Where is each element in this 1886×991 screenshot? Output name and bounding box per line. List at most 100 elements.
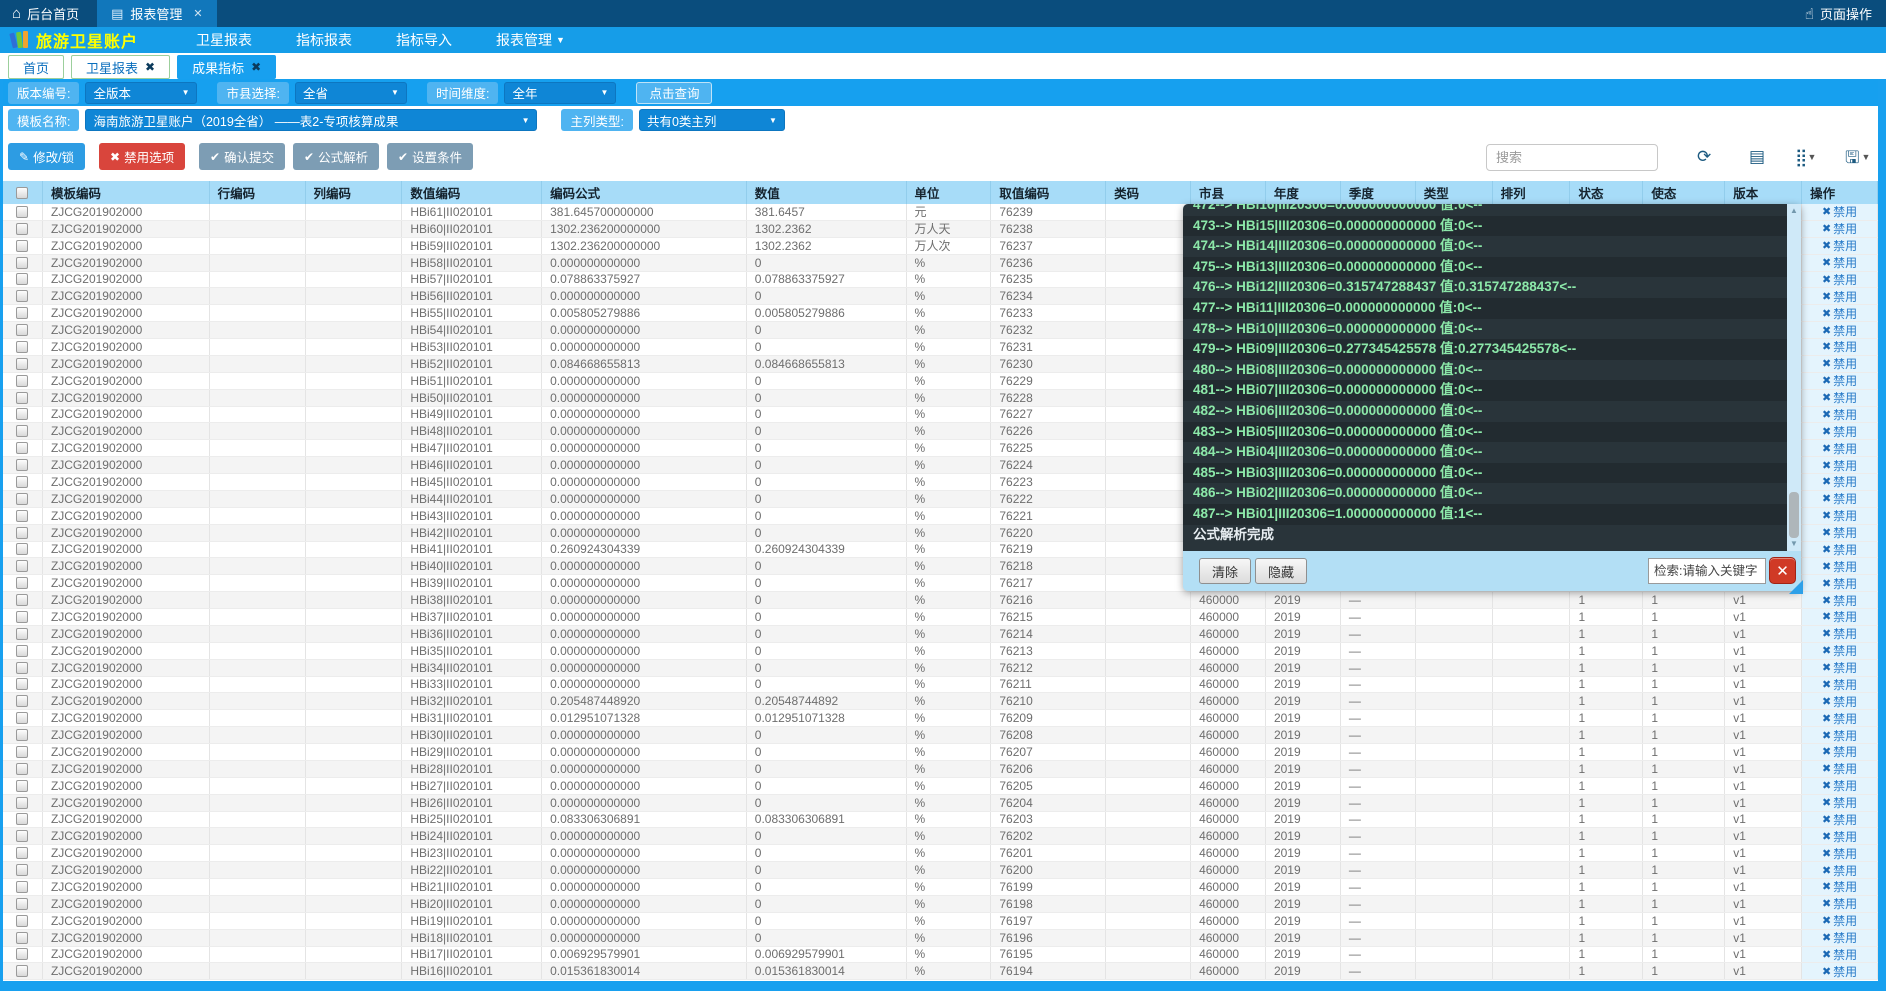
disable-options-button[interactable]: ✖禁用选项	[99, 143, 185, 170]
row-checkbox[interactable]	[16, 813, 28, 825]
tab-result-indicators[interactable]: 成果指标 ✖	[177, 55, 276, 79]
set-conditions-button[interactable]: ✔设置条件	[387, 143, 473, 170]
disable-row-link[interactable]: ✖禁用	[1822, 221, 1857, 237]
disable-row-link[interactable]: ✖禁用	[1822, 828, 1857, 844]
main-column-type-select[interactable]: 共有0类主列▼	[639, 109, 785, 131]
disable-row-link[interactable]: ✖禁用	[1822, 373, 1857, 389]
console-scrollbar[interactable]: ▲ ▼	[1787, 204, 1801, 551]
menu-indicator-import[interactable]: 指标导入	[374, 30, 474, 50]
row-checkbox[interactable]	[16, 324, 28, 336]
clear-button[interactable]: 清除	[1199, 558, 1251, 584]
disable-row-link[interactable]: ✖禁用	[1822, 947, 1857, 963]
row-checkbox[interactable]	[16, 965, 28, 977]
disable-row-link[interactable]: ✖禁用	[1822, 592, 1857, 608]
disable-row-link[interactable]: ✖禁用	[1822, 440, 1857, 456]
disable-row-link[interactable]: ✖禁用	[1822, 575, 1857, 591]
disable-row-link[interactable]: ✖禁用	[1822, 272, 1857, 288]
row-checkbox[interactable]	[16, 493, 28, 505]
select-all-header-cell[interactable]	[3, 181, 43, 204]
county-select[interactable]: 全省▼	[295, 82, 407, 104]
disable-row-link[interactable]: ✖禁用	[1822, 710, 1857, 726]
row-checkbox[interactable]	[16, 510, 28, 522]
keyword-search-input[interactable]	[1648, 558, 1766, 584]
formula-parse-button[interactable]: ✔公式解析	[293, 143, 379, 170]
disable-row-link[interactable]: ✖禁用	[1822, 339, 1857, 355]
disable-row-link[interactable]: ✖禁用	[1822, 322, 1857, 338]
row-checkbox[interactable]	[16, 476, 28, 488]
row-checkbox[interactable]	[16, 678, 28, 690]
disable-row-link[interactable]: ✖禁用	[1822, 913, 1857, 929]
row-checkbox[interactable]	[16, 729, 28, 741]
row-checkbox[interactable]	[16, 442, 28, 454]
row-checkbox[interactable]	[16, 577, 28, 589]
menu-report-management[interactable]: 报表管理▼	[474, 30, 587, 50]
disable-row-link[interactable]: ✖禁用	[1822, 407, 1857, 423]
row-checkbox[interactable]	[16, 459, 28, 471]
export-icon[interactable]: 🖫▼	[1845, 145, 1870, 170]
row-checkbox[interactable]	[16, 307, 28, 319]
row-checkbox[interactable]	[16, 628, 28, 640]
row-checkbox[interactable]	[16, 645, 28, 657]
query-button[interactable]: 点击查询	[636, 82, 712, 104]
disable-row-link[interactable]: ✖禁用	[1822, 356, 1857, 372]
disable-row-link[interactable]: ✖禁用	[1822, 727, 1857, 743]
disable-row-link[interactable]: ✖禁用	[1822, 542, 1857, 558]
row-checkbox[interactable]	[16, 375, 28, 387]
row-checkbox[interactable]	[16, 864, 28, 876]
row-checkbox[interactable]	[16, 223, 28, 235]
row-checkbox[interactable]	[16, 594, 28, 606]
disable-row-link[interactable]: ✖禁用	[1822, 643, 1857, 659]
disable-row-link[interactable]: ✖禁用	[1822, 761, 1857, 777]
row-checkbox[interactable]	[16, 392, 28, 404]
row-checkbox[interactable]	[16, 881, 28, 893]
tab-home[interactable]: 首页	[8, 55, 64, 79]
disable-row-link[interactable]: ✖禁用	[1822, 474, 1857, 490]
row-checkbox[interactable]	[16, 425, 28, 437]
disable-row-link[interactable]: ✖禁用	[1822, 795, 1857, 811]
menu-indicator-report[interactable]: 指标报表	[274, 30, 374, 50]
disable-row-link[interactable]: ✖禁用	[1822, 845, 1857, 861]
row-checkbox[interactable]	[16, 290, 28, 302]
row-checkbox[interactable]	[16, 358, 28, 370]
disable-row-link[interactable]: ✖禁用	[1822, 558, 1857, 574]
row-checkbox[interactable]	[16, 898, 28, 910]
row-checkbox[interactable]	[16, 746, 28, 758]
grid-columns-icon[interactable]: ⣿▼	[1795, 145, 1814, 170]
list-view-icon[interactable]: ▤	[1749, 145, 1765, 169]
disable-row-link[interactable]: ✖禁用	[1822, 963, 1857, 979]
refresh-icon[interactable]: ⟳	[1697, 145, 1711, 169]
version-select[interactable]: 全版本▼	[85, 82, 197, 104]
row-checkbox[interactable]	[16, 763, 28, 775]
disable-row-link[interactable]: ✖禁用	[1822, 879, 1857, 895]
disable-row-link[interactable]: ✖禁用	[1822, 677, 1857, 693]
scroll-down-arrow-icon[interactable]: ▼	[1787, 537, 1801, 551]
backend-home-tab[interactable]: ⌂ 后台首页	[0, 0, 97, 27]
disable-row-link[interactable]: ✖禁用	[1822, 896, 1857, 912]
row-checkbox[interactable]	[16, 797, 28, 809]
row-checkbox[interactable]	[16, 560, 28, 572]
report-management-top-tab[interactable]: ▤ 报表管理 ✕	[97, 0, 217, 27]
disable-row-link[interactable]: ✖禁用	[1822, 744, 1857, 760]
row-checkbox[interactable]	[16, 847, 28, 859]
row-checkbox[interactable]	[16, 948, 28, 960]
row-checkbox[interactable]	[16, 662, 28, 674]
close-icon[interactable]: ✖	[251, 60, 261, 74]
disable-row-link[interactable]: ✖禁用	[1822, 390, 1857, 406]
disable-row-link[interactable]: ✖禁用	[1822, 238, 1857, 254]
row-checkbox[interactable]	[16, 611, 28, 623]
disable-row-link[interactable]: ✖禁用	[1822, 457, 1857, 473]
time-dimension-select[interactable]: 全年▼	[504, 82, 616, 104]
disable-row-link[interactable]: ✖禁用	[1822, 693, 1857, 709]
scrollbar-thumb[interactable]	[1789, 492, 1799, 538]
disable-row-link[interactable]: ✖禁用	[1822, 288, 1857, 304]
hide-button[interactable]: 隐藏	[1255, 558, 1307, 584]
disable-row-link[interactable]: ✖禁用	[1822, 626, 1857, 642]
row-checkbox[interactable]	[16, 408, 28, 420]
template-name-select[interactable]: 海南旅游卫星账户（2019全省） ——表2-专项核算成果▼	[85, 109, 537, 131]
row-checkbox[interactable]	[16, 830, 28, 842]
row-checkbox[interactable]	[16, 780, 28, 792]
menu-satellite-report[interactable]: 卫星报表	[174, 30, 274, 50]
row-checkbox[interactable]	[16, 543, 28, 555]
resize-corner-icon[interactable]	[1789, 580, 1803, 594]
disable-row-link[interactable]: ✖禁用	[1822, 778, 1857, 794]
